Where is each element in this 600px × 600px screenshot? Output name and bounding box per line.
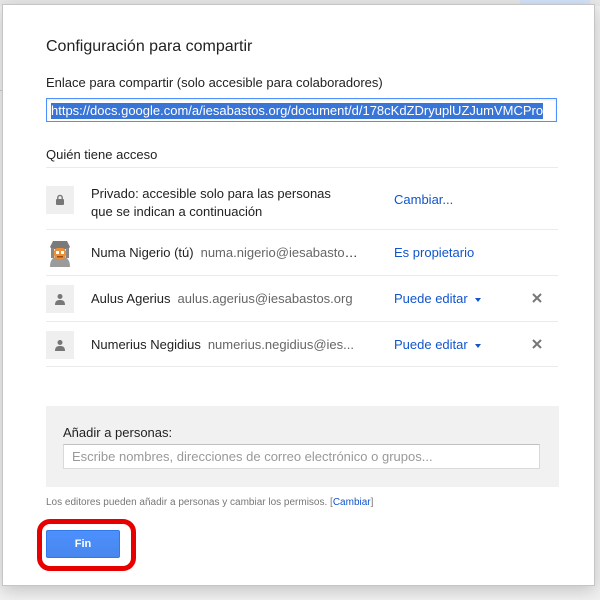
change-permissions-link[interactable]: Cambiar (333, 497, 371, 508)
share-link-field[interactable]: https://docs.google.com/a/iesabastos.org… (46, 98, 557, 122)
owner-name: Numa Nigerio (tú) (91, 245, 194, 260)
permission-label: Puede editar (394, 291, 468, 306)
dialog-title: Configuración para compartir (46, 38, 253, 55)
collaborator-name: Aulus Agerius (91, 291, 171, 306)
remove-collaborator-icon[interactable] (530, 291, 544, 305)
add-people-panel: Añadir a personas: (46, 406, 559, 487)
chevron-down-icon (474, 297, 481, 302)
lock-icon (46, 186, 74, 214)
footnote-text: Los editores pueden añadir a personas y … (46, 497, 328, 508)
person-icon (46, 331, 74, 359)
owner-avatar (46, 239, 74, 267)
owner-email: numa.nigerio@iesabastos... (200, 245, 359, 260)
collaborator-email: numerius.negidius@ies... (207, 337, 354, 352)
permissions-footnote: Los editores pueden añadir a personas y … (46, 497, 374, 508)
done-button[interactable]: Fin (46, 530, 120, 558)
sharing-settings-dialog: Configuración para compartir Enlace para… (2, 4, 595, 586)
chevron-down-icon (474, 343, 481, 348)
add-people-label: Añadir a personas: (63, 425, 173, 440)
change-visibility-link[interactable]: Cambiar... (394, 192, 453, 207)
share-link-text: https://docs.google.com/a/iesabastos.org… (51, 103, 544, 119)
collaborator-name: Numerius Negidius (91, 337, 201, 352)
access-row-collaborator: Numerius Negidius numerius.negidius@ies..… (46, 321, 558, 367)
who-has-access-label: Quién tiene acceso (46, 147, 158, 162)
person-icon (46, 285, 74, 313)
permission-label: Puede editar (394, 337, 468, 352)
visibility-description: Privado: accesible solo para las persona… (91, 186, 331, 219)
owner-role: Es propietario (394, 245, 475, 260)
share-link-label: Enlace para compartir (solo accesible pa… (46, 75, 383, 90)
permission-dropdown[interactable]: Puede editar (394, 291, 481, 306)
permission-dropdown[interactable]: Puede editar (394, 337, 481, 352)
collaborator-email: aulus.agerius@iesabastos.org (177, 291, 353, 306)
access-row-collaborator: Aulus Agerius aulus.agerius@iesabastos.or… (46, 275, 558, 321)
add-people-input[interactable] (63, 444, 540, 469)
remove-collaborator-icon[interactable] (530, 337, 544, 351)
access-row-owner: Numa Nigerio (tú) numa.nigerio@iesabastos… (46, 229, 558, 275)
access-row-visibility: Privado: accesible solo para las persona… (46, 167, 558, 229)
